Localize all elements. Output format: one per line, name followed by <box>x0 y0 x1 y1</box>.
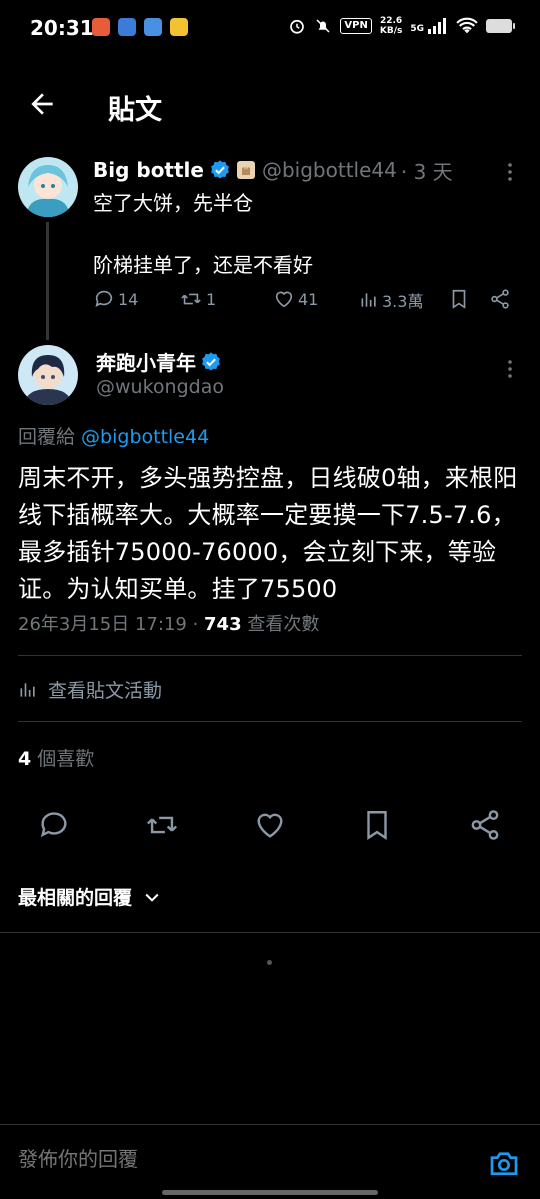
view-count: 3.3萬 <box>382 292 424 311</box>
app-notification-icon <box>144 18 162 36</box>
parent-post-actions: 14 1 41 3.3萬 <box>93 288 523 312</box>
heart-icon[interactable] <box>253 808 287 842</box>
repost-count: 1 <box>206 289 217 309</box>
avatar-wukongdao[interactable] <box>18 345 78 405</box>
parent-post-header: Big bottle @bigbottle44 · 3 天 <box>93 156 453 184</box>
verified-badge-icon <box>202 351 220 371</box>
reply-button[interactable]: 14 <box>93 288 138 310</box>
main-post-text: 周末不开，多头强势控盘，日线破0轴，来根阳线下插概率大。大概率一定要摸一下7.5… <box>18 464 518 603</box>
views-chart-icon <box>361 293 376 307</box>
like-label: 個喜歡 <box>31 748 95 770</box>
reply-composer <box>0 1124 540 1199</box>
view-count: 743 <box>204 614 242 635</box>
page-title: 貼文 <box>108 95 162 126</box>
status-bar: 20:31 VPN 22.6 KB/s 5G <box>0 0 540 56</box>
battery-icon <box>486 19 515 33</box>
replying-to: 回覆給 @bigbottle44 <box>18 426 210 448</box>
app-notification-icon <box>118 18 136 36</box>
post-activity-link[interactable]: 查看貼文活動 <box>18 676 162 703</box>
author-name-row: 奔跑小青年 <box>96 347 222 376</box>
reply-icon[interactable] <box>37 808 71 842</box>
author-handle[interactable]: @bigbottle44 <box>262 158 397 182</box>
vpn-badge: VPN <box>340 18 372 34</box>
reply-to-handle-link[interactable]: @bigbottle44 <box>81 426 209 448</box>
chevron-down-icon <box>145 893 159 902</box>
main-post-actions <box>0 808 540 842</box>
loading-indicator <box>267 960 272 965</box>
reply-input[interactable] <box>18 1149 418 1172</box>
post-time: · 3 天 <box>400 159 453 184</box>
status-right: VPN 22.6 KB/s 5G <box>288 16 515 36</box>
avatar-image <box>18 157 78 217</box>
status-time: 20:31 <box>30 16 94 40</box>
back-arrow-icon[interactable] <box>26 88 58 120</box>
bookmark-icon[interactable] <box>448 288 470 310</box>
verified-badge-icon <box>211 160 229 179</box>
reply-count: 14 <box>118 289 139 309</box>
camera-icon[interactable] <box>488 1147 520 1179</box>
share-icon[interactable] <box>468 808 502 842</box>
bookmark-icon[interactable] <box>360 808 394 842</box>
app-notification-icon <box>170 18 188 36</box>
view-label: 查看次數 <box>241 614 320 635</box>
hand-emoji-icon <box>236 161 255 179</box>
post-date: 26年3月15日 17:19 · <box>18 614 205 635</box>
divider <box>18 721 522 722</box>
network-speed: 22.6 KB/s <box>379 16 403 36</box>
notification-icons <box>92 18 188 36</box>
mute-icon <box>316 19 330 33</box>
reply-sort-dropdown[interactable]: 最相關的回覆 <box>18 883 162 910</box>
cellular-signal: 5G <box>410 18 448 34</box>
post-metadata: 26年3月15日 17:19 · 743 查看次數 <box>18 610 319 636</box>
repost-button[interactable]: 1 <box>179 288 216 310</box>
page-header: 貼文 <box>0 74 540 134</box>
like-button[interactable]: 41 <box>273 288 318 310</box>
like-count: 4 <box>18 748 32 770</box>
wifi-icon <box>456 17 478 34</box>
alarm-icon <box>290 19 305 34</box>
more-options-icon[interactable] <box>498 357 522 381</box>
activity-label: 查看貼文活動 <box>48 680 163 702</box>
avatar-image <box>18 345 78 405</box>
divider <box>18 655 522 656</box>
author-name[interactable]: Big bottle <box>93 158 204 182</box>
repost-icon <box>181 293 201 305</box>
parent-post-text: 空了大饼，先半仓 阶梯挂单了，还是不看好 <box>93 191 313 277</box>
like-count: 41 <box>298 289 319 309</box>
signal-icon <box>428 18 446 34</box>
views-chart-icon <box>20 682 35 697</box>
avatar-big-bottle[interactable] <box>18 157 78 217</box>
views-button[interactable]: 3.3萬 <box>359 288 423 312</box>
thread-connector <box>46 222 49 340</box>
repost-icon[interactable] <box>145 808 179 842</box>
share-icon[interactable] <box>489 288 511 310</box>
reply-icon <box>95 290 113 307</box>
likes-summary[interactable]: 4 個喜歡 <box>18 744 94 771</box>
divider <box>0 932 540 933</box>
sort-label: 最相關的回覆 <box>18 887 133 909</box>
app-notification-icon <box>92 18 110 36</box>
more-options-icon[interactable] <box>498 160 522 184</box>
home-indicator[interactable] <box>162 1190 378 1195</box>
author-name[interactable]: 奔跑小青年 <box>96 347 196 376</box>
heart-icon <box>275 291 293 308</box>
author-handle[interactable]: @wukongdao <box>96 376 224 398</box>
